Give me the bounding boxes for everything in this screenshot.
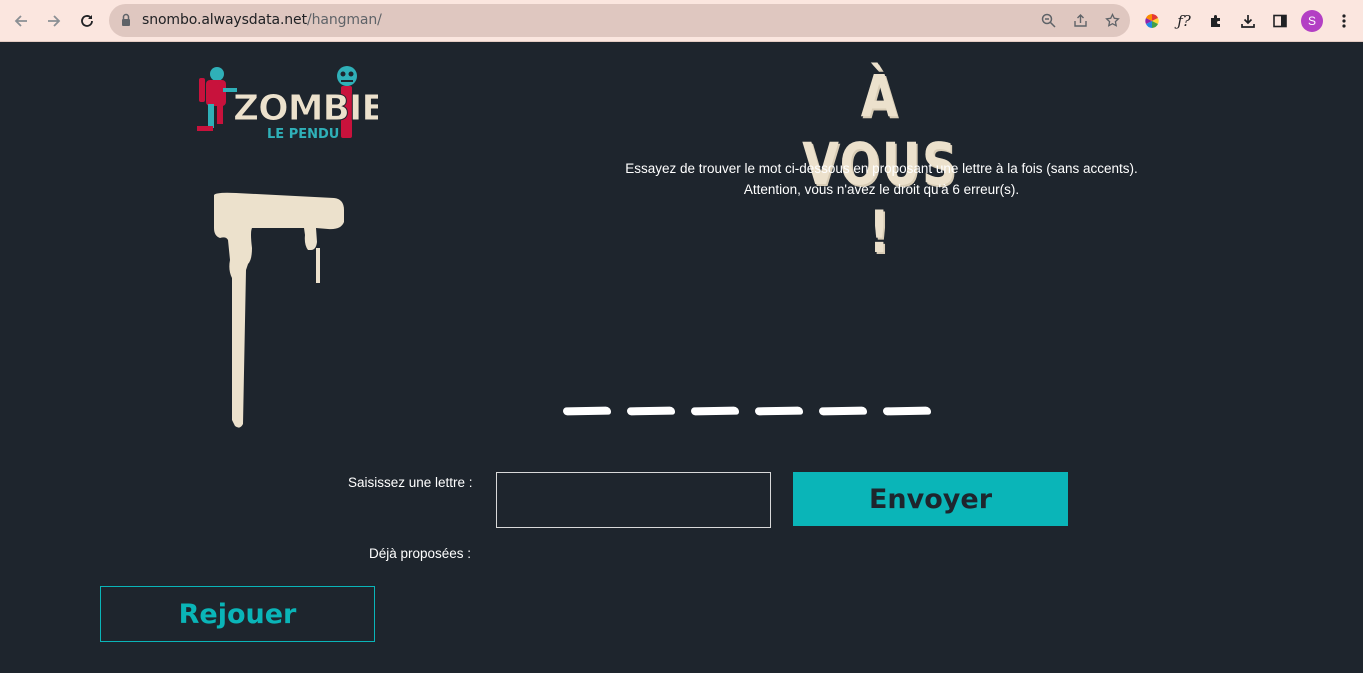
- reload-icon[interactable]: [75, 9, 99, 33]
- address-bar[interactable]: snombo.alwaysdata.net/hangman/: [109, 4, 1130, 37]
- letter-placeholder: [818, 406, 868, 416]
- profile-avatar[interactable]: S: [1301, 10, 1323, 32]
- browser-toolbar: snombo.alwaysdata.net/hangman/ ƒ? S: [0, 0, 1363, 42]
- instructions: Essayez de trouver le mot ci-dessous en …: [560, 158, 1203, 200]
- zoom-icon[interactable]: [1038, 10, 1058, 30]
- letter-placeholder: [562, 406, 612, 416]
- share-icon[interactable]: [1070, 10, 1090, 30]
- letter-placeholder: [754, 406, 804, 416]
- side-panel-icon[interactable]: [1269, 10, 1291, 32]
- hangman-gallows: [214, 192, 344, 428]
- guessed-letters-label: Déjà proposées :: [369, 546, 472, 561]
- lock-icon: [122, 13, 130, 26]
- extensions-puzzle-icon[interactable]: [1205, 10, 1227, 32]
- letter-placeholder: [626, 406, 676, 416]
- font-finder-extension-icon[interactable]: ƒ?: [1173, 10, 1195, 32]
- url-text: snombo.alwaysdata.net/hangman/: [142, 12, 382, 28]
- logo-subtitle: LE PENDU: [267, 127, 339, 142]
- letter-placeholder: [882, 406, 932, 416]
- letter-placeholder: [690, 406, 740, 416]
- download-icon[interactable]: [1237, 10, 1259, 32]
- logo-word: ZOMBIE: [233, 88, 378, 129]
- letter-input-label: Saisissez une lettre :: [348, 475, 473, 490]
- send-button[interactable]: Envoyer: [793, 472, 1068, 526]
- letter-input[interactable]: [496, 472, 771, 528]
- bookmark-star-icon[interactable]: [1102, 10, 1122, 30]
- forward-arrow-icon[interactable]: [42, 9, 66, 33]
- color-wheel-extension-icon[interactable]: [1141, 10, 1163, 32]
- instruction-line-2: Attention, vous n'avez le droit qu'à 6 e…: [743, 182, 1020, 197]
- hidden-word: [562, 406, 932, 421]
- zombie-logo[interactable]: ZOMBIE LE PENDU: [193, 60, 378, 145]
- page-title: À VOUS !: [802, 62, 958, 266]
- instruction-line-1: Essayez de trouver le mot ci-dessous en …: [625, 161, 1138, 176]
- menu-kebab-icon[interactable]: [1333, 10, 1355, 32]
- replay-button[interactable]: Rejouer: [100, 586, 375, 642]
- back-arrow-icon[interactable]: [9, 9, 33, 33]
